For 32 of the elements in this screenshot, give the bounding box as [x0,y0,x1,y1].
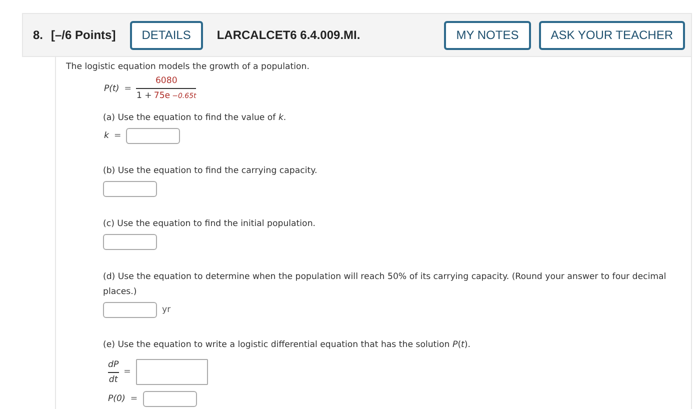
derivative-denominator: dt [108,374,118,384]
answer-field[interactable] [136,359,208,385]
part-prompt: (b) Use the equation to find the carrying capacity. [103,165,318,178]
points-label: [–/6 Points] [51,28,116,42]
equals-sign: = [124,367,131,377]
denominator-exponent: −0.65t [172,92,196,100]
header-button[interactable]: ASK YOUR TEACHER [538,20,685,50]
question-code: LARCALCET6 6.4.009.MI. [216,28,360,42]
part-prompt: (c) Use the equation to find the initial population. [103,218,316,231]
unit-label: yr [162,305,171,315]
header-button[interactable]: MY NOTES [444,20,531,50]
part-prompt: (d) Use the equation to determine when the population will reach 50% of its carrying capacity. (Round your answer to four decimal places.) [103,271,668,299]
initial-value-label: P(0) [108,394,126,404]
intro-text: The logistic equation models the growth of a population. [66,62,310,72]
variable-label: k [104,131,109,141]
equals-sign: = [130,394,138,404]
denominator-term: 75e [154,91,170,101]
formula-lhs: P(t) [104,84,120,94]
answer-field[interactable] [126,128,180,144]
answer-field[interactable] [103,181,157,197]
part-prompt: (e) Use the equation to write a logistic differential equation that has the solution P(t). [103,339,472,352]
answer-field[interactable] [142,391,197,407]
equals-sign: = [114,131,122,141]
part-prompt: (a) Use the equation to find the value of k. [103,112,288,125]
derivative-numerator: dP [108,360,119,370]
details-button[interactable]: DETAILS [130,20,203,50]
formula-numerator: 6080 [155,76,178,86]
equals-sign: = [124,84,132,94]
denominator-lead: 1 + [136,91,152,101]
answer-field[interactable] [103,234,157,250]
answer-field[interactable] [103,302,157,318]
question-number: 8. [33,28,44,42]
